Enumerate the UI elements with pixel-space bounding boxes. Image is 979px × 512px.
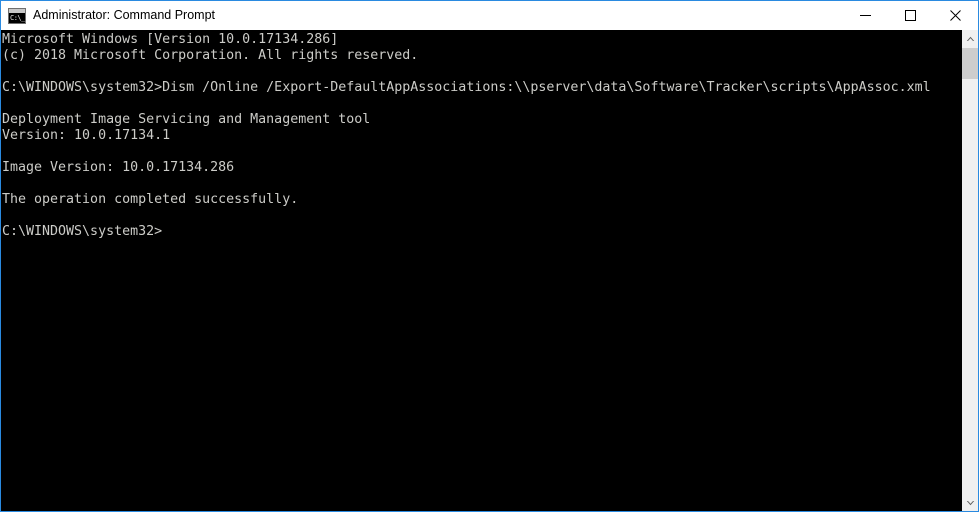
command-prompt-window: C:\_ Administrator: Command Prompt Micro… bbox=[0, 0, 979, 512]
minimize-icon bbox=[860, 15, 871, 16]
minimize-button[interactable] bbox=[843, 1, 888, 30]
scroll-down-button[interactable] bbox=[962, 494, 978, 511]
scroll-thumb[interactable] bbox=[962, 48, 978, 79]
scrollbar-track[interactable] bbox=[962, 47, 978, 494]
scroll-up-arrow-icon bbox=[966, 36, 974, 41]
scroll-up-button[interactable] bbox=[962, 30, 978, 47]
icon-titlebar-strip bbox=[9, 8, 25, 13]
close-icon bbox=[950, 10, 961, 21]
command-prompt-icon[interactable]: C:\_ bbox=[8, 7, 26, 24]
vertical-scrollbar[interactable] bbox=[961, 30, 978, 511]
maximize-button[interactable] bbox=[888, 1, 933, 30]
window-title: Administrator: Command Prompt bbox=[33, 8, 216, 22]
title-bar[interactable]: C:\_ Administrator: Command Prompt bbox=[1, 1, 978, 30]
maximize-icon bbox=[905, 10, 916, 21]
scroll-down-arrow-icon bbox=[966, 500, 974, 505]
close-button[interactable] bbox=[933, 1, 978, 30]
icon-prompt-glyph: C:\_ bbox=[10, 13, 25, 22]
window-controls bbox=[843, 1, 978, 30]
console-output-area[interactable]: Microsoft Windows [Version 10.0.17134.28… bbox=[1, 30, 978, 511]
console-text: Microsoft Windows [Version 10.0.17134.28… bbox=[2, 32, 931, 239]
